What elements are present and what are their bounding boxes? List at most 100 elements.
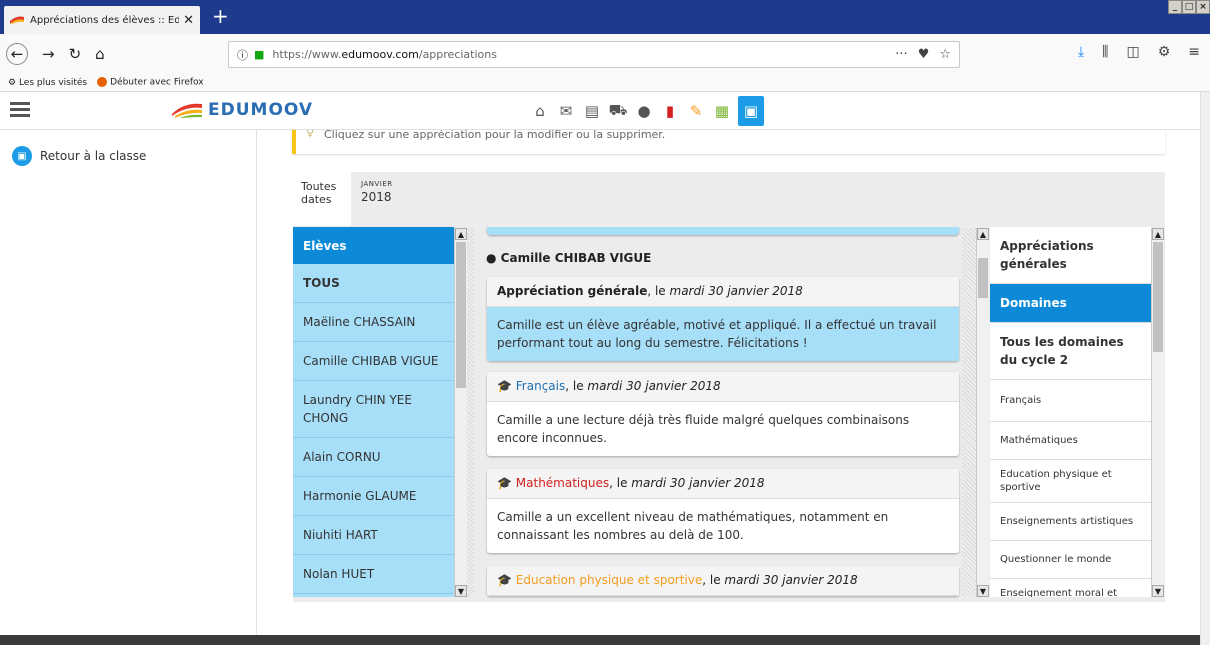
student-item[interactable]: Alain CORNU (293, 438, 454, 477)
domain-item[interactable]: Education physique et sportive (990, 460, 1151, 503)
domain-item[interactable]: Mathématiques (990, 422, 1151, 460)
domain-item[interactable]: Tous les domaines du cycle 2 (990, 323, 1151, 380)
appreciation-card[interactable]: 🎓 Education physique et sportive, le mar… (487, 566, 959, 596)
tab-all-dates[interactable]: Toutes dates (293, 172, 351, 226)
appreciations-panel: ● Camille CHIBAB VIGUE Appréciation géné… (474, 227, 970, 599)
domain-item[interactable]: Appréciations générales (990, 227, 1151, 284)
domain-item[interactable]: Enseignement moral et civique (990, 579, 1151, 597)
card-subject: Appréciation générale (497, 284, 648, 298)
tab-month: Janvier (361, 180, 393, 188)
card-text: Camille a un excellent niveau de mathéma… (497, 510, 889, 542)
maximize-button[interactable]: □ (1182, 0, 1196, 14)
forward-arrow-icon[interactable]: → (42, 45, 55, 63)
student-item[interactable]: Camille CHIBAB VIGUE (293, 342, 454, 381)
back-to-class-link[interactable]: ▣ Retour à la classe (12, 146, 146, 166)
url-path: /appreciations (418, 48, 497, 61)
scroll-up-icon[interactable]: ▲ (1152, 228, 1164, 240)
card-text: Camille a une lecture déjà très fluide m… (497, 413, 910, 445)
info-icon[interactable]: ⓘ (237, 47, 248, 63)
scroll-up-icon[interactable]: ▲ (455, 228, 467, 240)
student-item[interactable]: Laundry CHIN YEE CHONG (293, 381, 454, 438)
bookmark-label: Les plus visités (18, 77, 88, 88)
mail-icon[interactable]: ✉ (556, 100, 576, 122)
card-date: mardi 30 janvier 2018 (587, 379, 721, 393)
card-header: 🎓 Français, le mardi 30 janvier 2018 (487, 372, 959, 402)
scroll-down-icon[interactable]: ▼ (977, 585, 989, 597)
page-actions-icon[interactable]: ··· (895, 47, 907, 62)
reload-icon[interactable]: ↻ (69, 45, 82, 63)
student-item[interactable]: TOUS (293, 264, 454, 303)
card-date: mardi 30 janvier 2018 (631, 476, 765, 490)
url-bar[interactable]: ⓘ ■ https://www. edumoov.com/appreciation… (228, 41, 960, 68)
sidebar-toggle-icon[interactable]: ◫ (1126, 44, 1139, 60)
document-icon[interactable]: ▮ (660, 100, 680, 122)
lightbulb-icon: ♀ (306, 130, 315, 139)
student-item[interactable]: Nolan HUET (293, 555, 454, 594)
library-icon[interactable]: ⫼ (1102, 44, 1108, 60)
scroll-down-icon[interactable]: ▼ (455, 585, 467, 597)
left-sidebar: ▣ Retour à la classe (0, 130, 257, 635)
card-subject: Français (515, 379, 566, 393)
home-browser-icon[interactable]: ⌂ (95, 45, 105, 63)
tab-january-2018[interactable]: Janvier 2018 (353, 172, 405, 226)
student-heading: ● Camille CHIBAB VIGUE (486, 251, 651, 265)
domain-item[interactable]: Domaines (990, 284, 1151, 323)
back-arrow-icon[interactable]: ← (6, 43, 28, 65)
domain-item[interactable]: Français (990, 380, 1151, 422)
student-item[interactable]: Harmonie GLAUME (293, 477, 454, 516)
student-item[interactable]: Maëline CHASSAIN (293, 303, 454, 342)
splitter[interactable] (467, 228, 474, 597)
close-tab-icon[interactable]: ✕ (183, 13, 194, 28)
splitter[interactable] (962, 228, 976, 597)
students-scrollbar[interactable]: ▲ ▼ (454, 228, 467, 597)
scroll-thumb[interactable] (978, 258, 988, 298)
card-header: 🎓 Mathématiques, le mardi 30 janvier 201… (487, 469, 959, 499)
scroll-up-icon[interactable]: ▲ (977, 228, 989, 240)
extension-icon[interactable]: ⚙ (1158, 44, 1171, 60)
edumoov-logo[interactable]: EDUMOOV (172, 100, 313, 120)
cart-icon[interactable]: ⛟ (608, 100, 628, 122)
domains-left-scrollbar[interactable]: ▲ ▼ (976, 228, 989, 597)
menu-icon[interactable]: ≡ (1188, 44, 1200, 60)
download-icon[interactable]: ⤓ (1078, 44, 1084, 60)
close-window-button[interactable]: × (1196, 0, 1210, 14)
card-connector: , le (702, 573, 725, 587)
bookmark-most-visited[interactable]: ⚙ Les plus visités (8, 78, 87, 88)
logo-wing-icon (172, 103, 202, 118)
pocket-icon[interactable]: ♥ (918, 47, 930, 62)
new-tab-icon[interactable]: + (212, 6, 229, 26)
domain-item[interactable]: Enseignements artistiques (990, 503, 1151, 541)
hamburger-menu-icon[interactable] (10, 102, 30, 118)
scroll-thumb[interactable] (456, 242, 466, 388)
book-icon[interactable]: ▤ (582, 100, 602, 122)
tab-label: dates (301, 193, 332, 206)
appreciation-card[interactable]: Appréciation générale, le mardi 30 janvi… (487, 277, 959, 361)
briefcase-icon[interactable]: ▣ (738, 96, 764, 126)
scroll-thumb[interactable] (1153, 242, 1163, 352)
url-domain: edumoov.com (341, 48, 419, 61)
appreciation-card[interactable]: 🎓 Français, le mardi 30 janvier 2018 Cam… (487, 372, 959, 456)
home-icon[interactable]: ⌂ (530, 100, 550, 122)
student-item[interactable]: Niuhiti HART (293, 516, 454, 555)
minimize-button[interactable]: _ (1168, 0, 1182, 14)
lock-icon: ■ (254, 48, 265, 61)
pencil-icon[interactable]: ✎ (686, 100, 706, 122)
scroll-down-icon[interactable]: ▼ (1152, 585, 1164, 597)
top-nav-icons: ⌂ ✉ ▤ ⛟ ● ▮ ✎ ▦ ▣ (530, 96, 764, 126)
bookmark-firefox[interactable]: Débuter avec Firefox (97, 77, 204, 88)
bookmark-star-icon[interactable]: ☆ (939, 47, 951, 62)
calendar-icon[interactable]: ▦ (712, 100, 732, 122)
card-subject: Education physique et sportive (515, 573, 703, 587)
domain-item[interactable]: Questionner le monde (990, 541, 1151, 579)
card-connector: , le (565, 379, 588, 393)
domains-scrollbar[interactable]: ▲ ▼ (1151, 228, 1164, 597)
user-icon: ● (486, 251, 497, 265)
graduation-cap-icon: 🎓 (497, 379, 512, 393)
browser-tab[interactable]: Appréciations des élèves :: Edumo ✕ (4, 6, 200, 34)
domains-list: Appréciations générales Domaines Tous le… (990, 227, 1151, 597)
tab-title: Appréciations des élèves :: Edumo (30, 14, 180, 26)
page-scrollbar[interactable] (1200, 92, 1210, 645)
appreciation-card[interactable]: 🎓 Mathématiques, le mardi 30 janvier 201… (487, 469, 959, 553)
bookmarks-bar: ⚙ Les plus visités Débuter avec Firefox (0, 74, 1210, 92)
user-icon[interactable]: ● (634, 100, 654, 122)
